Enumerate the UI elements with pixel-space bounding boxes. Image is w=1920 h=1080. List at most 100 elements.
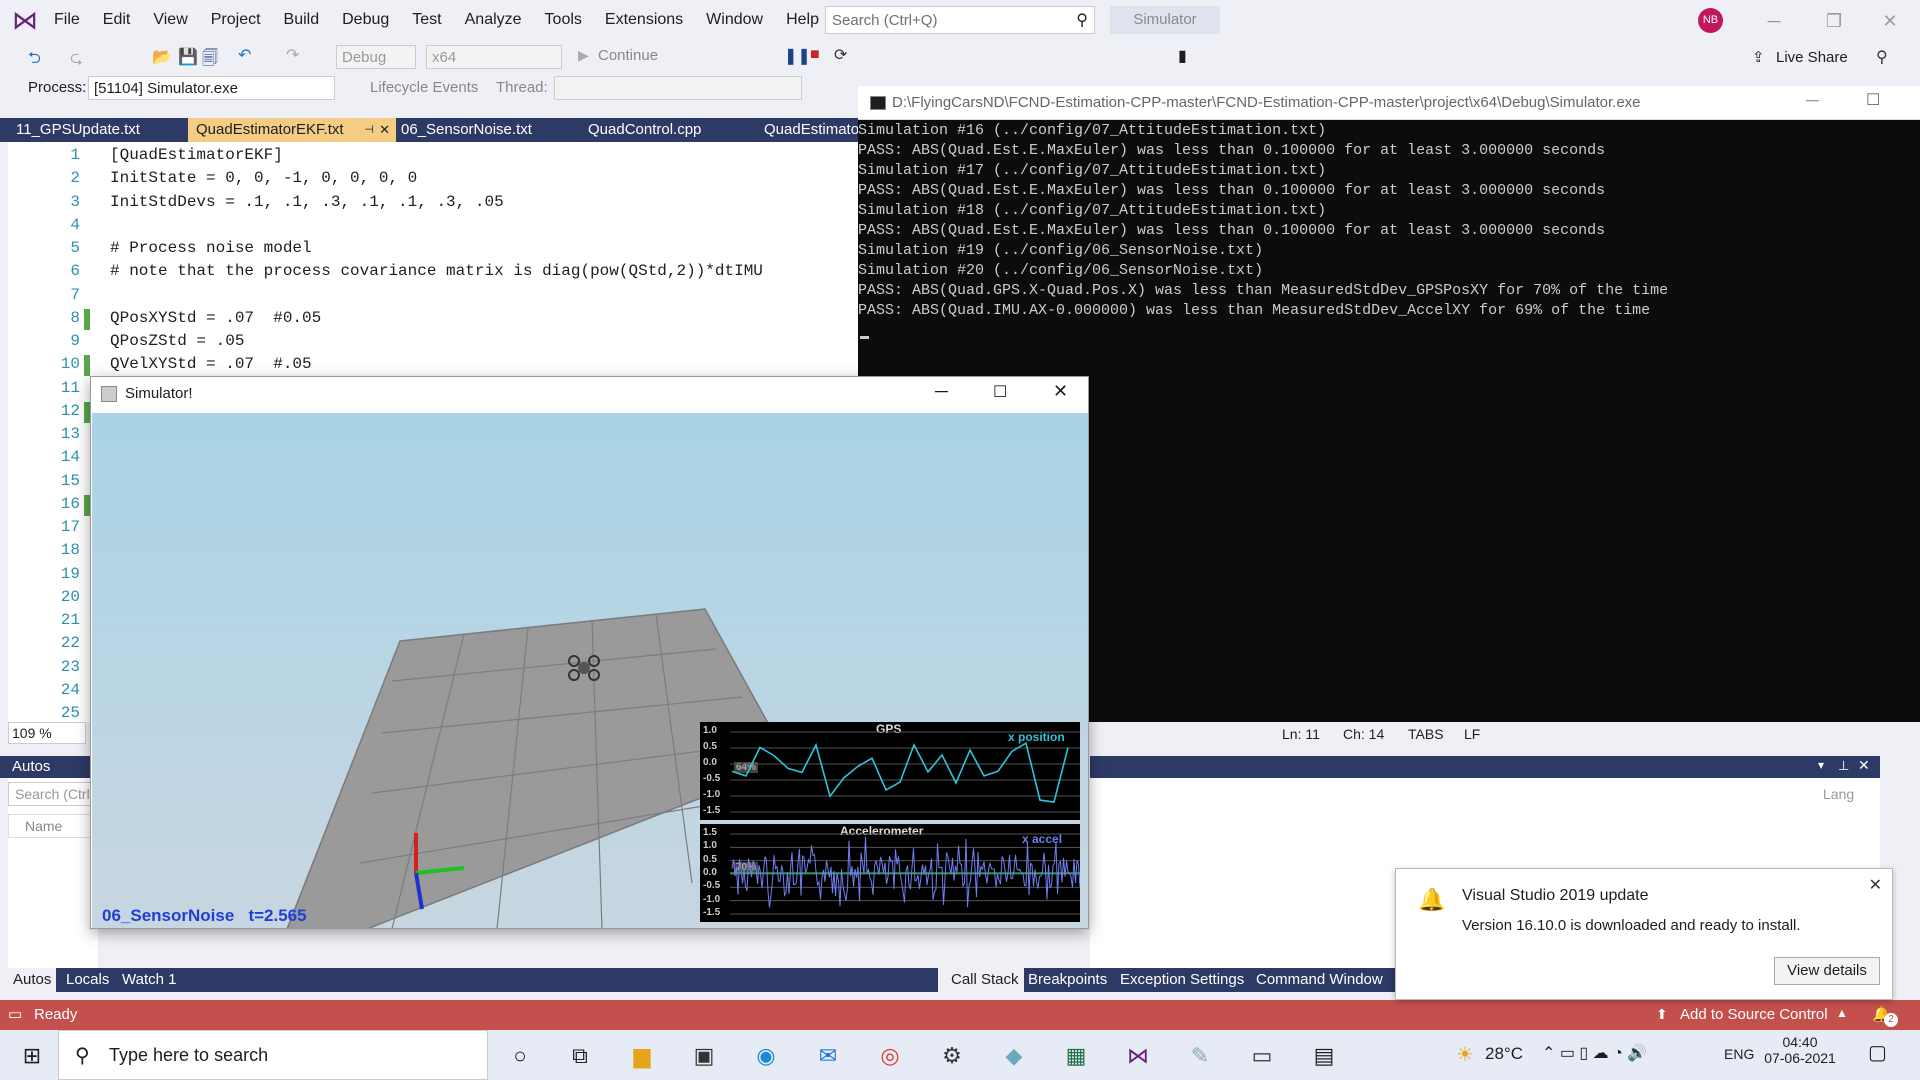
tab-watch-1[interactable]: Watch 1 [122, 971, 176, 988]
process-select[interactable]: [51104] Simulator.exe [88, 76, 335, 100]
start-icon[interactable]: ⊞ [16, 1040, 48, 1072]
store-icon[interactable]: ▣ [688, 1040, 720, 1072]
menu-extensions[interactable]: Extensions [605, 11, 683, 29]
pin-icon[interactable]: ⊣ [364, 118, 374, 142]
live-share-button[interactable]: Live Share [1776, 49, 1848, 66]
tab-call-stack[interactable]: Call Stack [946, 968, 1024, 992]
sim-maximize-icon[interactable]: ☐ [993, 382, 1007, 402]
cortana-icon[interactable]: ○ [504, 1040, 536, 1072]
language-indicator[interactable]: ENG [1724, 1046, 1754, 1062]
code-line[interactable]: QVelXYStd = .07 #.05 [110, 355, 312, 373]
restart-icon[interactable]: ⟳ [834, 45, 847, 65]
code-line[interactable]: InitStdDevs = .1, .1, .3, .1, .1, .3, .0… [110, 193, 504, 211]
avatar[interactable]: NB [1698, 8, 1723, 33]
menu-edit[interactable]: Edit [103, 11, 131, 29]
source-control-dropdown-icon[interactable]: ▲ [1836, 1006, 1848, 1020]
simulator-app-icon[interactable]: ▤ [1308, 1040, 1340, 1072]
close-notification-icon[interactable]: ✕ [1869, 875, 1882, 895]
menu-project[interactable]: Project [211, 11, 261, 29]
code-line[interactable]: QPosZStd = .05 [110, 332, 244, 350]
restore-icon[interactable]: ❐ [1814, 6, 1854, 36]
tab-autos[interactable]: Autos [8, 968, 57, 992]
console-minimize-icon[interactable]: ─ [1806, 90, 1819, 111]
continue-button[interactable]: Continue [598, 47, 658, 64]
sim-minimize-icon[interactable]: ─ [935, 381, 948, 402]
save-icon[interactable]: 💾 [178, 47, 198, 67]
code-line[interactable]: # Process noise model [110, 239, 312, 257]
visual-studio-icon[interactable]: ⋈ [1122, 1040, 1154, 1072]
bookmark-icon[interactable]: ▮ [1178, 46, 1187, 66]
pause-icon[interactable]: ❚❚ [784, 46, 811, 66]
forward-icon[interactable]: ⮎ [70, 47, 83, 74]
visual-studio-logo-icon[interactable]: ⋈ [10, 6, 40, 34]
menu-build[interactable]: Build [284, 11, 320, 29]
terminal-icon[interactable]: ▭ [1246, 1040, 1278, 1072]
code-line[interactable]: [QuadEstimatorEKF] [110, 146, 283, 164]
add-to-source-control-button[interactable]: Add to Source Control [1680, 1006, 1828, 1023]
panel-close-icon[interactable]: ✕ [1858, 757, 1870, 774]
menu-test[interactable]: Test [412, 11, 441, 29]
console-maximize-icon[interactable]: ☐ [1866, 90, 1880, 110]
tabs-status[interactable]: TABS [1408, 726, 1444, 742]
code-line[interactable]: # note that the process covariance matri… [110, 262, 763, 280]
platform-select[interactable]: x64 [426, 45, 562, 69]
tab-exception-settings[interactable]: Exception Settings [1120, 971, 1244, 988]
edge-icon[interactable]: ◉ [750, 1040, 782, 1072]
temperature[interactable]: 28°C [1485, 1044, 1523, 1064]
tab-quad-estimator[interactable]: QuadEstimato [756, 118, 867, 142]
mail-icon[interactable]: ✉ [812, 1040, 844, 1072]
tab-quad-control[interactable]: QuadControl.cpp [580, 118, 709, 142]
action-center-icon[interactable]: ▢ [1868, 1040, 1887, 1065]
menu-view[interactable]: View [153, 11, 187, 29]
menu-analyze[interactable]: Analyze [465, 11, 522, 29]
language-column[interactable]: Lang [1823, 786, 1854, 802]
tab-breakpoints[interactable]: Breakpoints [1028, 971, 1107, 988]
tab-sensor-noise[interactable]: 06_SensorNoise.txt [393, 118, 540, 142]
line-ending-status[interactable]: LF [1464, 726, 1480, 742]
line-number: 2 [70, 169, 80, 188]
code-line[interactable]: InitState = 0, 0, -1, 0, 0, 0, 0 [110, 169, 417, 187]
search-input[interactable]: Search (Ctrl+Q) ⚲ [825, 6, 1095, 34]
menu-help[interactable]: Help [786, 11, 819, 29]
close-icon[interactable]: ✕ [1870, 6, 1910, 36]
app-icon[interactable]: ◆ [998, 1040, 1030, 1072]
autos-name-column[interactable]: Name [8, 814, 98, 838]
menu-debug[interactable]: Debug [342, 11, 389, 29]
tab-quad-estimator-ekf[interactable]: QuadEstimatorEKF.txt ⊣ ✕ [188, 118, 396, 142]
tab-locals[interactable]: Locals [66, 971, 109, 988]
clock[interactable]: 04:40 07-06-2021 [1760, 1034, 1840, 1066]
chrome-icon[interactable]: ◎ [874, 1040, 906, 1072]
view-details-button[interactable]: View details [1774, 957, 1880, 985]
zoom-select[interactable]: 109 % [8, 722, 86, 744]
menu-window[interactable]: Window [706, 11, 763, 29]
live-share-icon[interactable]: ⇪ [1752, 48, 1765, 66]
thread-select[interactable] [554, 76, 802, 100]
sim-close-icon[interactable]: ✕ [1053, 381, 1068, 402]
panel-pin-icon[interactable]: ⊥ [1838, 758, 1849, 774]
panel-dropdown-icon[interactable]: ▾ [1818, 758, 1824, 772]
paint-icon[interactable]: ✎ [1184, 1040, 1216, 1072]
minimize-icon[interactable]: ─ [1754, 6, 1794, 36]
save-all-icon[interactable]: 🗐 [202, 47, 218, 74]
taskbar-search[interactable]: ⚲ Type here to search [58, 1030, 488, 1080]
file-explorer-icon[interactable]: ▆ [626, 1040, 658, 1072]
menu-tools[interactable]: Tools [545, 11, 582, 29]
undo-icon[interactable]: ↶ [238, 45, 251, 65]
back-icon[interactable]: ⮌ [28, 47, 41, 74]
configuration-select[interactable]: Debug [336, 45, 416, 69]
autos-search-input[interactable]: Search (Ctrl [8, 782, 98, 806]
stop-icon[interactable]: ■ [810, 46, 820, 64]
code-line[interactable]: QPosXYStd = .07 #0.05 [110, 309, 321, 327]
redo-icon[interactable]: ↷ [286, 45, 299, 65]
feedback-icon[interactable]: ⚲ [1876, 47, 1888, 67]
lifecycle-events-button[interactable]: Lifecycle Events [370, 79, 478, 96]
close-tab-icon[interactable]: ✕ [379, 118, 390, 142]
menu-file[interactable]: File [54, 11, 80, 29]
tab-command-window[interactable]: Command Window [1256, 971, 1383, 988]
excel-icon[interactable]: ▦ [1060, 1040, 1092, 1072]
tab-gps-update[interactable]: 11_GPSUpdate.txt [8, 118, 148, 142]
system-tray-icons[interactable]: ⌃ ▭ ▯ ☁ ◔ 🔊 [1542, 1043, 1647, 1063]
task-view-icon[interactable]: ⧉ [564, 1040, 596, 1072]
settings-icon[interactable]: ⚙ [936, 1040, 968, 1072]
open-folder-icon[interactable]: 📂 [152, 47, 172, 67]
